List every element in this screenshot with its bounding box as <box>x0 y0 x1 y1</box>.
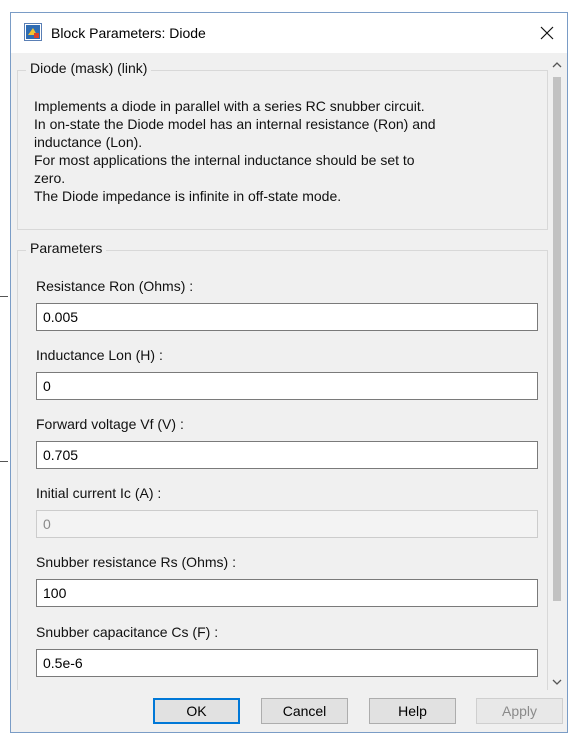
initial-current-label: Initial current Ic (A) : <box>36 485 162 501</box>
snubber-resistance-label: Snubber resistance Rs (Ohms) : <box>36 554 236 570</box>
description-line: For most applications the internal induc… <box>34 152 415 168</box>
apply-button: Apply <box>476 698 563 724</box>
inductance-lon-input[interactable] <box>36 372 538 400</box>
block-parameters-dialog: Block Parameters: Diode Diode (mask) (li… <box>10 12 568 733</box>
scroll-down-button[interactable] <box>549 673 565 690</box>
background-line <box>0 461 8 462</box>
snubber-capacitance-input[interactable] <box>36 649 538 677</box>
parameters-group: Parameters Resistance Ron (Ohms) : Induc… <box>17 240 548 690</box>
description-group: Diode (mask) (link) Implements a diode i… <box>17 60 548 230</box>
inductance-lon-label: Inductance Lon (H) : <box>36 347 163 363</box>
description-line: The Diode impedance is infinite in off-s… <box>34 188 342 204</box>
forward-voltage-label: Forward voltage Vf (V) : <box>36 416 184 432</box>
help-button[interactable]: Help <box>369 698 456 724</box>
snubber-resistance-input[interactable] <box>36 579 538 607</box>
close-button[interactable] <box>533 19 561 47</box>
parameters-group-label: Parameters <box>26 240 107 256</box>
forward-voltage-input[interactable] <box>36 441 538 469</box>
description-group-label: Diode (mask) (link) <box>26 60 152 76</box>
cancel-button[interactable]: Cancel <box>261 698 348 724</box>
description-line: inductance (Lon). <box>34 134 143 150</box>
background-line <box>0 296 8 297</box>
button-bar: OK Cancel Help Apply <box>11 690 567 732</box>
scrollbar-thumb[interactable] <box>553 77 561 601</box>
ok-button[interactable]: OK <box>153 698 240 724</box>
resistance-ron-label: Resistance Ron (Ohms) : <box>36 278 194 294</box>
snubber-capacitance-label: Snubber capacitance Cs (F) : <box>36 624 219 640</box>
initial-current-input <box>36 510 538 538</box>
title-bar: Block Parameters: Diode <box>11 13 567 53</box>
vertical-scrollbar[interactable] <box>549 53 565 690</box>
close-icon <box>540 26 554 40</box>
scroll-up-button[interactable] <box>549 55 565 73</box>
chevron-down-icon <box>552 679 562 685</box>
description-line: zero. <box>34 170 66 186</box>
resistance-ron-input[interactable] <box>36 303 538 331</box>
simulink-block-icon <box>24 23 42 41</box>
description-line: Implements a diode in parallel with a se… <box>34 98 425 114</box>
dialog-content: Diode (mask) (link) Implements a diode i… <box>11 53 567 690</box>
description-line: In on-state the Diode model has an inter… <box>34 116 436 132</box>
chevron-up-icon <box>552 61 562 67</box>
dialog-title: Block Parameters: Diode <box>51 25 206 41</box>
description-text: Implements a diode in parallel with a se… <box>34 97 537 205</box>
